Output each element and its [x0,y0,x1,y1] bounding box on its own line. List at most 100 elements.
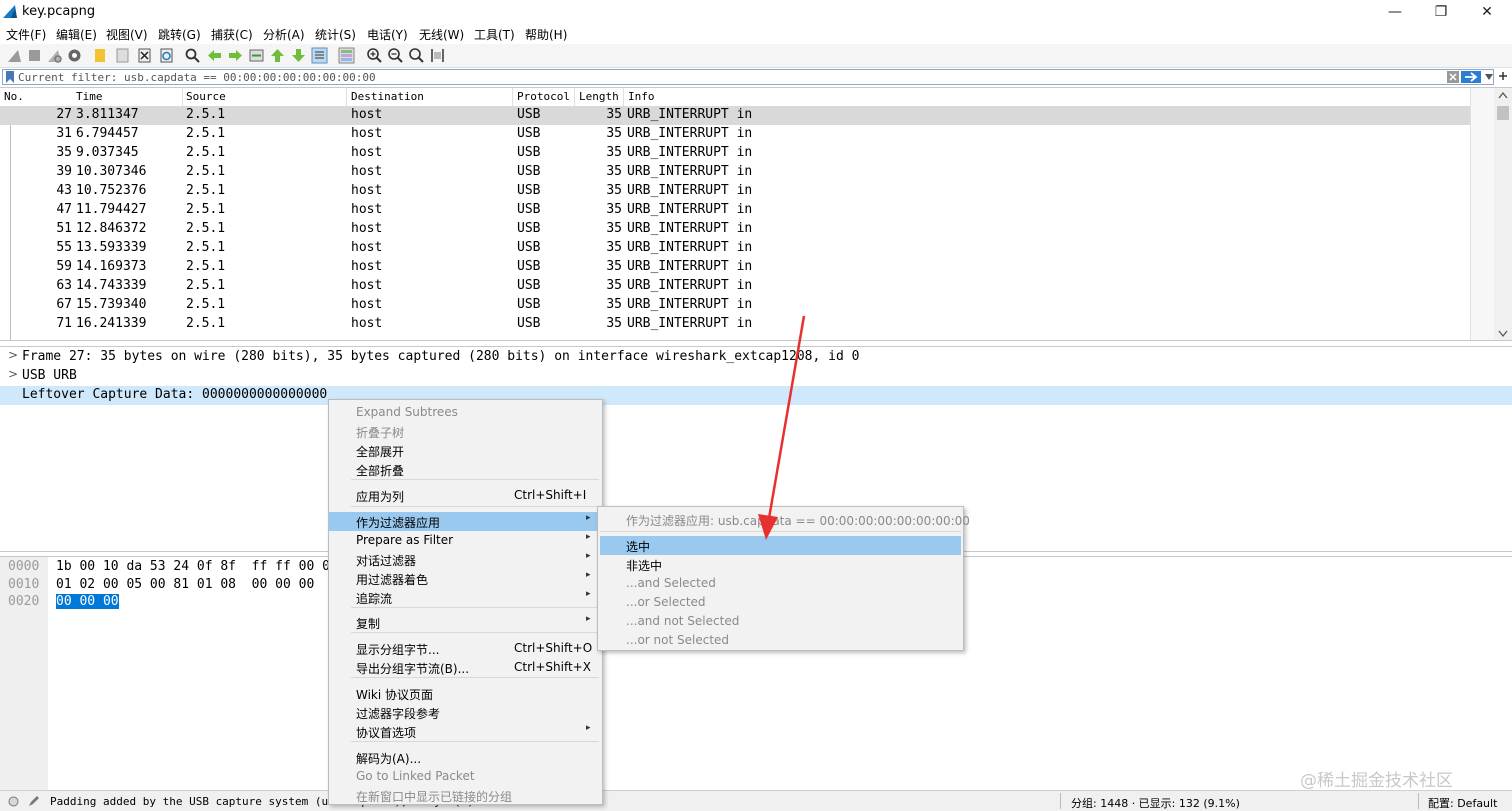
detail-row-frame[interactable]: > Frame 27: 35 bytes on wire (280 bits),… [0,348,1512,367]
menu-wireless[interactable]: 无线(W) [419,26,464,43]
menu-statistics[interactable]: 统计(S) [315,26,356,43]
context-menu-item[interactable]: 导出分组字节流(B)... Ctrl+Shift+X [329,658,602,677]
menu-telephony[interactable]: 电话(Y) [367,26,408,43]
column-header-time[interactable]: Time [76,90,103,103]
context-menu-item[interactable]: 追踪流 ▸ [329,588,602,607]
context-menu-item[interactable]: 协议首选项 ▸ [329,722,602,741]
go-back-icon[interactable] [206,47,223,64]
column-divider[interactable] [512,88,513,106]
context-menu-item[interactable]: 全部折叠 [329,460,602,479]
add-filter-button-icon[interactable] [1498,71,1508,81]
column-header-protocol[interactable]: Protocol [517,90,570,103]
restart-icon[interactable] [46,47,63,64]
packet-row[interactable]: 35 9.037345 2.5.1 host USB 35 URB_INTERRUPT in [0,144,1470,163]
column-header-destination[interactable]: Destination [351,90,424,103]
clear-filter-icon[interactable] [1447,71,1459,83]
menu-help[interactable]: 帮助(H) [525,26,567,43]
go-to-packet-icon[interactable] [248,47,265,64]
colorize-icon[interactable] [338,47,355,64]
packet-row[interactable]: 63 14.743339 2.5.1 host USB 35 URB_INTERRUPT i… [0,277,1470,296]
context-menu-item[interactable]: Go to Linked Packet [329,767,602,786]
shark-fin-start-icon[interactable] [6,47,23,64]
go-last-icon[interactable] [290,47,307,64]
packet-row-partial[interactable] [0,334,1470,340]
byte-hex-line[interactable]: 1b 00 10 da 53 24 0f 8f ff ff 00 0 [56,559,330,574]
expert-info-icon[interactable] [8,796,19,807]
menu-capture[interactable]: 捕获(C) [211,26,253,43]
bookmark-icon[interactable] [6,71,14,83]
menu-analyze[interactable]: 分析(A) [263,26,305,43]
column-divider[interactable] [574,88,575,106]
zoom-out-icon[interactable] [387,47,404,64]
stop-icon[interactable] [26,47,43,64]
submenu-item[interactable]: 非选中 [600,555,961,574]
context-menu-item[interactable]: 在新窗口中显示已链接的分组 [329,786,602,805]
menu-edit[interactable]: 编辑(E) [56,26,97,43]
submenu-item[interactable]: 选中 [600,536,961,555]
context-menu-item[interactable]: Prepare as Filter ▸ [329,531,602,550]
find-packet-icon[interactable] [184,47,201,64]
save-file-icon[interactable] [114,47,131,64]
context-menu-item[interactable]: 应用为列 Ctrl+Shift+I [329,486,602,505]
open-file-icon[interactable] [92,47,109,64]
packet-row[interactable]: 55 13.593339 2.5.1 host USB 35 URB_INTERRUPT i… [0,239,1470,258]
menu-file[interactable]: 文件(F) [6,26,46,43]
column-header-info[interactable]: Info [628,90,655,103]
close-file-icon[interactable] [136,47,153,64]
chevron-right-icon[interactable]: > [8,367,18,381]
context-menu-item[interactable]: Wiki 协议页面 [329,684,602,703]
column-header-no[interactable]: No. [4,90,24,103]
packet-row[interactable]: 31 6.794457 2.5.1 host USB 35 URB_INTERRUPT in [0,125,1470,144]
packet-row[interactable]: 39 10.307346 2.5.1 host USB 35 URB_INTERRUPT i… [0,163,1470,182]
byte-hex-line[interactable]: 01 02 00 05 00 81 01 08 00 00 00 [56,577,314,592]
submenu-item[interactable]: ...or not Selected [600,631,961,650]
column-divider[interactable] [182,88,183,106]
context-menu-item[interactable]: Expand Subtrees [329,403,602,422]
submenu-item[interactable]: ...or Selected [600,593,961,612]
packet-row[interactable]: 27 3.811347 2.5.1 host USB 35 URB_INTERRUPT in [0,106,1470,125]
context-menu-item[interactable]: 过滤器字段参考 [329,703,602,722]
scroll-up-icon[interactable] [1498,91,1508,99]
column-header-length[interactable]: Length [579,90,619,103]
resize-columns-icon[interactable] [429,47,446,64]
menu-tools[interactable]: 工具(T) [474,26,515,43]
packet-row[interactable]: 47 11.794427 2.5.1 host USB 35 URB_INTERRUPT i… [0,201,1470,220]
packet-row[interactable]: 71 16.241339 2.5.1 host USB 35 URB_INTERRUPT i… [0,315,1470,334]
column-divider[interactable] [346,88,347,106]
menu-view[interactable]: 视图(V) [106,26,148,43]
packet-row[interactable]: 51 12.846372 2.5.1 host USB 35 URB_INTERRUPT i… [0,220,1470,239]
context-menu-item[interactable]: 用过滤器着色 ▸ [329,569,602,588]
minimize-button[interactable]: — [1372,0,1418,24]
packet-list-scrollbar[interactable] [1494,88,1512,340]
go-forward-icon[interactable] [227,47,244,64]
submenu-item[interactable]: ...and Selected [600,574,961,593]
status-profile[interactable]: 配置: Default [1428,795,1497,811]
edit-comment-icon[interactable] [28,795,40,807]
column-divider[interactable] [623,88,624,106]
packet-row[interactable]: 59 14.169373 2.5.1 host USB 35 URB_INTERRUPT i… [0,258,1470,277]
autoscroll-icon[interactable] [311,47,328,64]
packet-row[interactable]: 43 10.752376 2.5.1 host USB 35 URB_INTERRUPT i… [0,182,1470,201]
context-menu-item[interactable]: 显示分组字节... Ctrl+Shift+O [329,639,602,658]
context-menu-item[interactable]: 对话过滤器 ▸ [329,550,602,569]
capture-options-icon[interactable] [66,47,83,64]
close-button[interactable]: ✕ [1464,0,1510,24]
scroll-down-icon[interactable] [1498,330,1508,338]
context-menu-item[interactable]: 作为过滤器应用 ▸ [329,512,602,531]
apply-filter-icon[interactable] [1461,71,1481,83]
display-filter-input[interactable]: Current filter: usb.capdata == 00:00:00:… [2,69,1494,85]
context-menu-item[interactable]: 全部展开 [329,441,602,460]
menu-go[interactable]: 跳转(G) [158,26,201,43]
packet-row[interactable]: 67 15.739340 2.5.1 host USB 35 URB_INTERRUPT i… [0,296,1470,315]
go-first-icon[interactable] [269,47,286,64]
byte-hex-highlight[interactable]: 00 00 00 [56,594,119,609]
chevron-right-icon[interactable]: > [8,348,18,362]
zoom-reset-icon[interactable] [408,47,425,64]
context-menu-item[interactable]: 复制 ▸ [329,613,602,632]
detail-row-usb[interactable]: > USB URB [0,367,1512,386]
scrollbar-thumb[interactable] [1497,106,1509,120]
zoom-in-icon[interactable] [366,47,383,64]
packet-minimap[interactable] [1470,88,1494,340]
submenu-item[interactable]: ...and not Selected [600,612,961,631]
context-menu-item[interactable]: 折叠子树 [329,422,602,441]
